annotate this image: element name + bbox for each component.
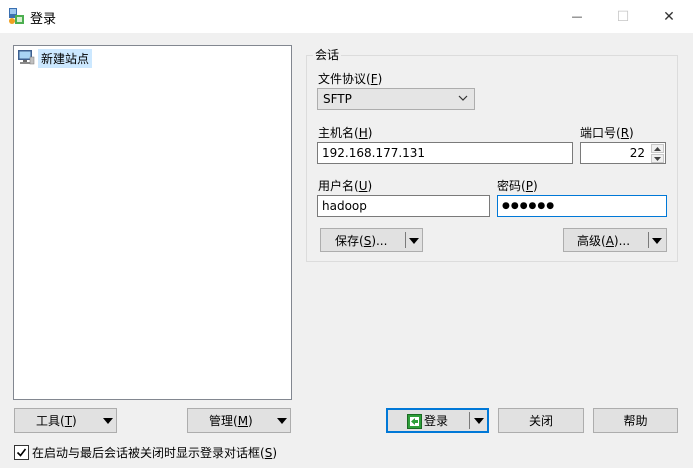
winscp-app-icon — [8, 7, 26, 25]
login-button[interactable]: 登录 — [386, 408, 489, 433]
user-label: 用户名(U) — [318, 179, 373, 193]
host-value: 192.168.177.131 — [322, 146, 426, 160]
password-label: 密码(P) — [497, 179, 538, 193]
tools-button-label: 工具(T) — [36, 414, 77, 428]
port-spinner[interactable]: 22 — [580, 142, 666, 164]
minimize-icon: — — [571, 10, 583, 23]
manage-button[interactable]: 管理(M) — [187, 408, 291, 433]
protocol-value: SFTP — [323, 92, 352, 106]
spin-down-button[interactable] — [651, 154, 664, 163]
host-input[interactable]: 192.168.177.131 — [317, 142, 573, 164]
password-input[interactable]: ●●●●●● — [497, 195, 667, 217]
tools-button[interactable]: 工具(T) — [14, 408, 117, 433]
protocol-select[interactable]: SFTP — [317, 88, 475, 110]
dropdown-arrow-icon — [277, 418, 287, 424]
port-label: 端口号(R) — [580, 126, 634, 140]
chevron-up-icon — [654, 146, 661, 151]
password-value: ●●●●●● — [502, 201, 556, 211]
login-button-label: 登录 — [424, 414, 449, 428]
computer-icon — [17, 49, 35, 68]
chevron-down-icon — [458, 95, 468, 101]
show-login-checkbox-row[interactable]: 在启动与最后会话被关闭时显示登录对话框(S) — [14, 444, 277, 461]
spin-up-button[interactable] — [651, 144, 664, 153]
minimize-button[interactable]: — — [554, 0, 600, 33]
save-button[interactable]: 保存(S)... — [320, 228, 423, 252]
advanced-button-label: 高级(A)... — [577, 233, 631, 248]
close-window-button[interactable]: ✕ — [646, 0, 692, 33]
help-button[interactable]: 帮助 — [593, 408, 678, 433]
close-icon: ✕ — [663, 8, 675, 25]
login-icon — [407, 414, 422, 432]
tree-item-new-site[interactable]: 新建站点 — [17, 48, 93, 68]
host-label: 主机名(H) — [318, 126, 373, 140]
manage-button-label: 管理(M) — [209, 414, 253, 428]
dropdown-arrow-icon[interactable] — [652, 238, 662, 244]
show-login-checkbox[interactable] — [14, 445, 29, 460]
dropdown-arrow-icon — [103, 418, 113, 424]
save-button-label: 保存(S)... — [335, 233, 388, 248]
user-input[interactable]: hadoop — [317, 195, 490, 217]
advanced-button[interactable]: 高级(A)... — [563, 228, 667, 252]
maximize-button[interactable]: ☐ — [600, 0, 646, 33]
dropdown-arrow-icon[interactable] — [409, 238, 419, 244]
port-spin-buttons — [651, 144, 664, 163]
close-button[interactable]: 关闭 — [498, 408, 584, 433]
port-value: 22 — [629, 146, 645, 160]
window-title: 登录 — [30, 12, 57, 27]
site-tree[interactable]: 新建站点 — [13, 45, 292, 400]
session-group-title: 会话 — [313, 46, 342, 63]
tree-item-label: 新建站点 — [38, 48, 93, 68]
protocol-label: 文件协议(F) — [318, 72, 383, 86]
chevron-down-icon — [654, 156, 661, 161]
show-login-checkbox-label: 在启动与最后会话被关闭时显示登录对话框(S) — [32, 446, 277, 460]
user-value: hadoop — [322, 199, 367, 213]
checkmark-icon — [16, 448, 27, 457]
close-button-label: 关闭 — [528, 414, 553, 428]
maximize-icon: ☐ — [616, 8, 630, 25]
title-bar[interactable]: 登录 — ☐ ✕ — [0, 0, 693, 33]
dropdown-arrow-icon[interactable] — [474, 418, 484, 424]
help-button-label: 帮助 — [623, 414, 648, 428]
